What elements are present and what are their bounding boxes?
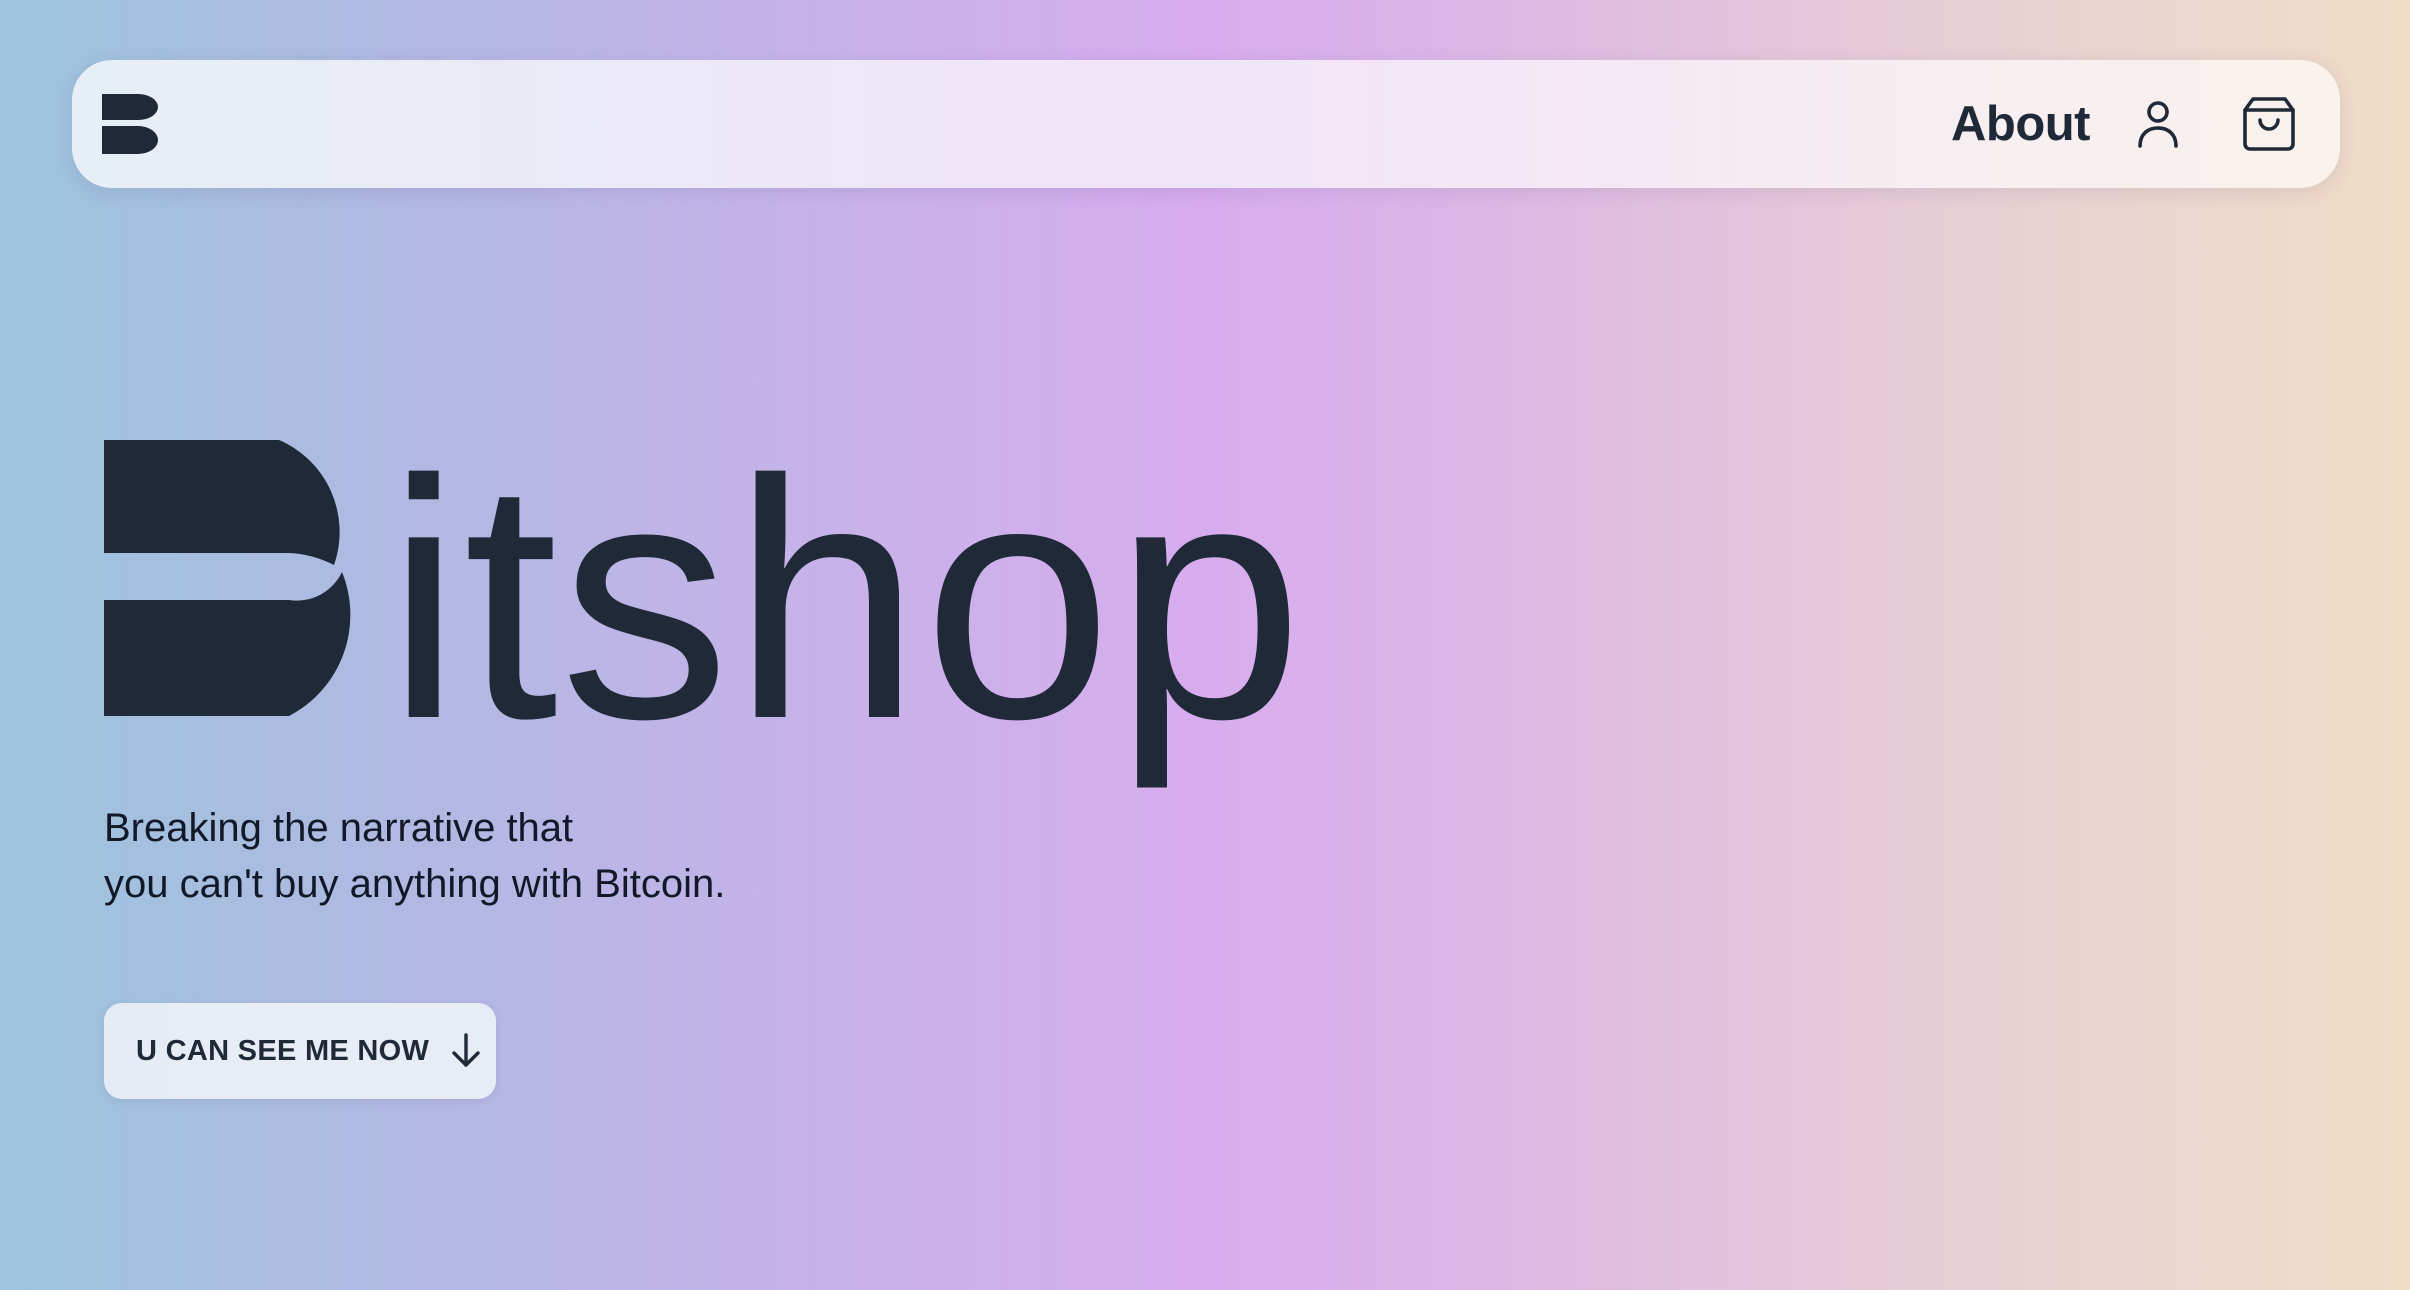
cta-button[interactable]: U CAN SEE ME NOW: [104, 1003, 496, 1099]
tagline-line-2: you can't buy anything with Bitcoin.: [104, 862, 726, 906]
shopping-bag-icon[interactable]: [2242, 96, 2296, 152]
hero-wordmark: itshop: [386, 410, 1306, 790]
bitshop-logo-icon[interactable]: [102, 94, 160, 154]
hero-tagline: Breaking the narrative that you can't bu…: [104, 800, 725, 912]
top-navbar: About: [72, 60, 2340, 188]
arrow-down-icon: [449, 1032, 483, 1070]
user-icon[interactable]: [2132, 98, 2184, 150]
cta-label: U CAN SEE ME NOW: [136, 1034, 430, 1067]
tagline-line-1: Breaking the narrative that: [104, 806, 574, 850]
bitshop-large-b-icon: [104, 440, 378, 716]
nav-about-link[interactable]: About: [1951, 60, 2091, 188]
